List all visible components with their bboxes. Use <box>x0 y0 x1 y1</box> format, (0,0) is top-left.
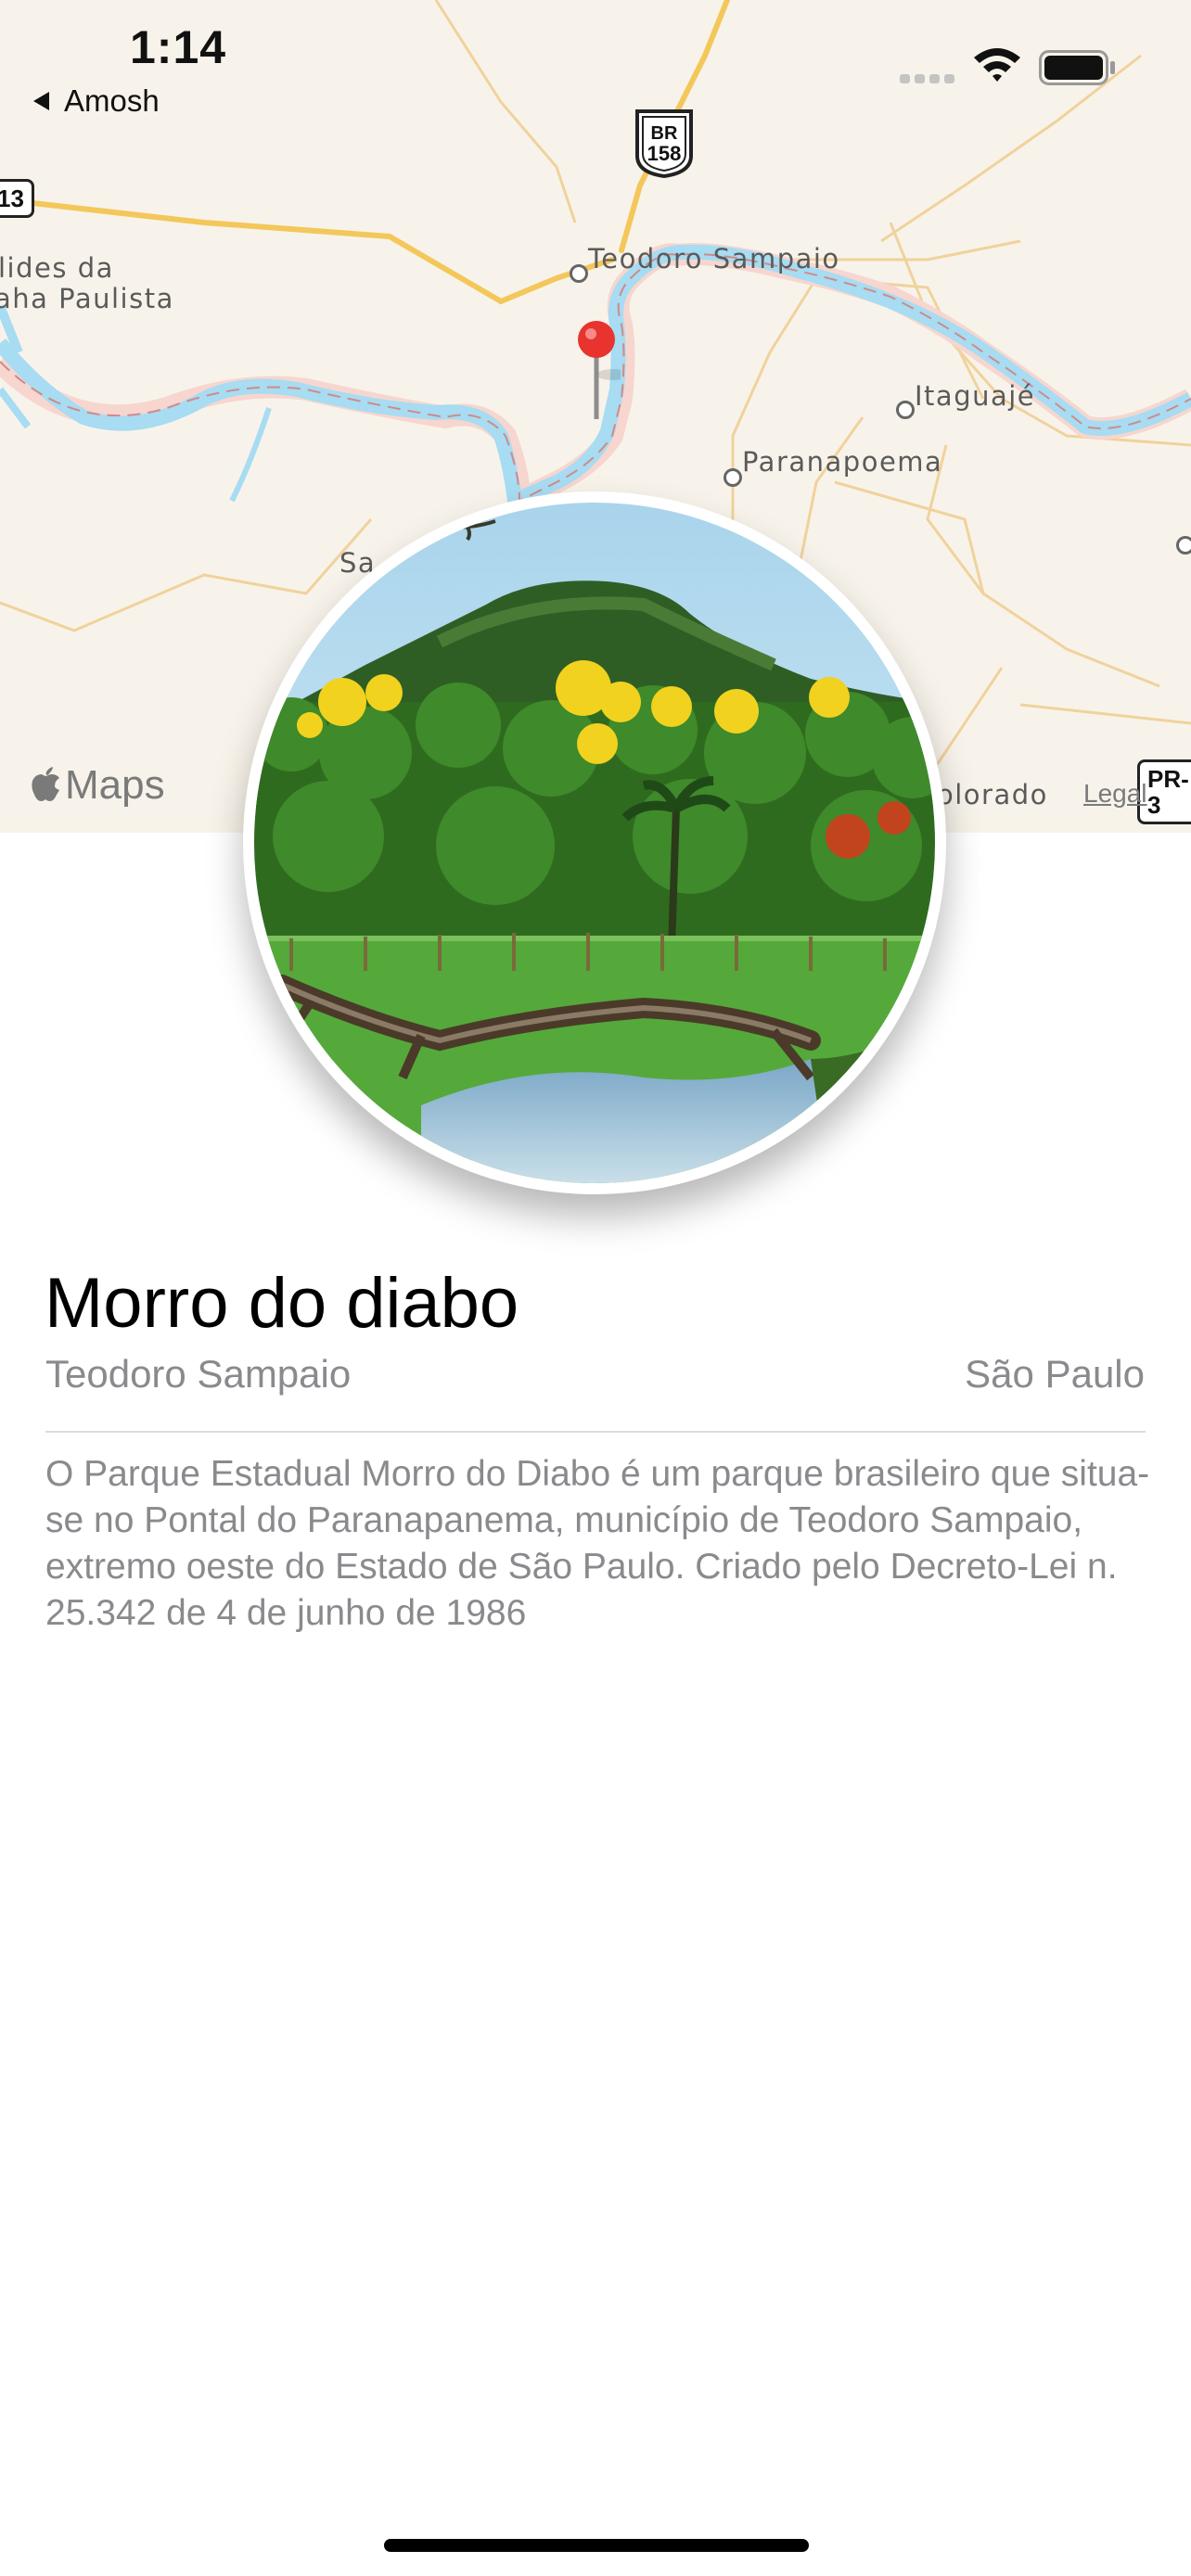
location-pin-icon[interactable] <box>574 319 630 427</box>
route-tag-left: 13 <box>0 179 34 218</box>
map-label-paranapoema: Paranapoema <box>742 446 943 478</box>
shield-number: 158 <box>647 142 682 165</box>
map-label-paulista: aha Paulista <box>0 283 174 314</box>
place-description: O Parque Estadual Morro do Diabo é um pa… <box>45 1454 1150 1633</box>
place-state: São Paulo <box>965 1352 1145 1396</box>
battery-icon <box>1039 50 1115 85</box>
maps-brand-text: Maps <box>65 762 165 808</box>
map-label-lides: lides da <box>0 252 114 284</box>
back-arrow-icon <box>33 92 49 110</box>
map-label-itaguaje: Itaguajé <box>915 380 1036 412</box>
place-city: Teodoro Sampaio <box>45 1352 352 1396</box>
home-indicator[interactable] <box>384 2539 809 2552</box>
back-label: Amosh <box>64 83 160 118</box>
status-bar: 1:14 Amosh <box>0 0 1191 130</box>
divider <box>45 1431 1146 1433</box>
city-dot-paranapoema <box>724 468 742 487</box>
city-dot-teodoro <box>570 264 588 283</box>
map-label-teodoro: Teodoro Sampaio <box>588 243 840 274</box>
cellular-signal-icon <box>900 74 954 83</box>
place-photo-frame <box>243 491 946 1194</box>
maps-brand: Maps <box>30 762 165 809</box>
apple-logo-icon <box>32 767 59 801</box>
place-title: Morro do diabo <box>45 1264 519 1343</box>
place-photo <box>254 503 935 1183</box>
city-dot-right <box>1176 536 1191 555</box>
status-time: 1:14 <box>130 21 227 73</box>
map-label-colorado: olorado <box>937 779 1048 810</box>
back-button[interactable]: Amosh <box>33 83 160 119</box>
city-dot-itaguaje <box>896 401 915 419</box>
legal-link[interactable]: Legal <box>1083 779 1147 809</box>
wifi-icon <box>974 48 1020 82</box>
